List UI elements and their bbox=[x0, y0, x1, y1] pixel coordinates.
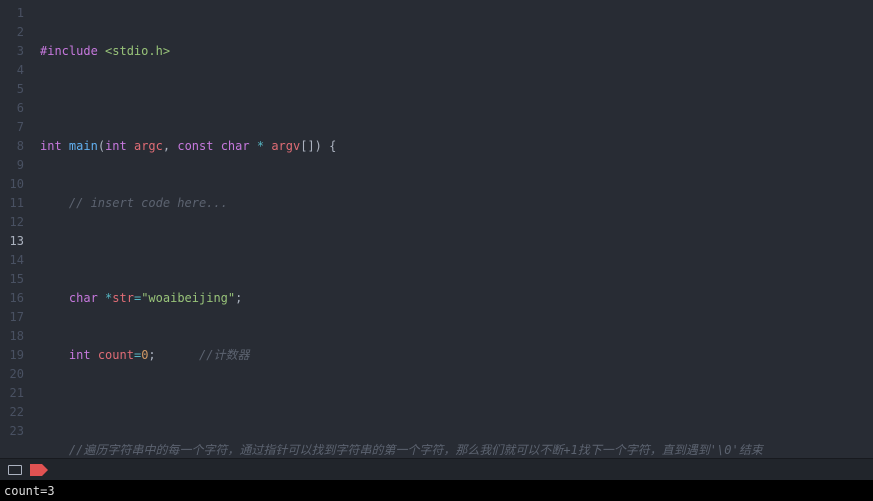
line-number: 10 bbox=[4, 175, 24, 194]
line-number: 4 bbox=[4, 61, 24, 80]
line-number: 18 bbox=[4, 327, 24, 346]
line-number: 1 bbox=[4, 4, 24, 23]
code-line[interactable]: char *str="woaibeijing"; bbox=[32, 289, 873, 308]
debug-bar bbox=[0, 458, 873, 480]
line-number: 15 bbox=[4, 270, 24, 289]
console-line: count=3 bbox=[4, 484, 55, 498]
code-line[interactable]: int main(int argc, const char * argv[]) … bbox=[32, 137, 873, 156]
line-number: 3 bbox=[4, 42, 24, 61]
line-number: 20 bbox=[4, 365, 24, 384]
line-number: 8 bbox=[4, 137, 24, 156]
line-number: 17 bbox=[4, 308, 24, 327]
line-number: 14 bbox=[4, 251, 24, 270]
line-number: 9 bbox=[4, 156, 24, 175]
code-line[interactable]: // insert code here... bbox=[32, 194, 873, 213]
line-number: 23 bbox=[4, 422, 24, 441]
code-line[interactable]: //遍历字符串中的每一个字符，通过指针可以找到字符串的第一个字符，那么我们就可以… bbox=[32, 441, 873, 458]
line-number: 6 bbox=[4, 99, 24, 118]
line-number: 5 bbox=[4, 80, 24, 99]
code-editor[interactable]: 1 2 3 4 5 6 7 8 9 10 11 12 13 14 15 16 1… bbox=[0, 0, 873, 458]
code-line[interactable]: #include <stdio.h> bbox=[32, 42, 873, 61]
output-pane-icon[interactable] bbox=[8, 465, 22, 475]
code-line[interactable]: int count=0; //计数器 bbox=[32, 346, 873, 365]
line-number: 22 bbox=[4, 403, 24, 422]
line-number: 21 bbox=[4, 384, 24, 403]
line-number: 7 bbox=[4, 118, 24, 137]
line-number: 16 bbox=[4, 289, 24, 308]
line-number: 11 bbox=[4, 194, 24, 213]
code-area[interactable]: #include <stdio.h> int main(int argc, co… bbox=[32, 0, 873, 458]
line-number: 19 bbox=[4, 346, 24, 365]
line-number: 13 bbox=[4, 232, 24, 251]
console-output: count=3 bbox=[0, 480, 873, 501]
line-number: 2 bbox=[4, 23, 24, 42]
breakpoint-flag-icon[interactable] bbox=[30, 464, 48, 476]
line-number-gutter: 1 2 3 4 5 6 7 8 9 10 11 12 13 14 15 16 1… bbox=[0, 0, 32, 458]
line-number: 12 bbox=[4, 213, 24, 232]
